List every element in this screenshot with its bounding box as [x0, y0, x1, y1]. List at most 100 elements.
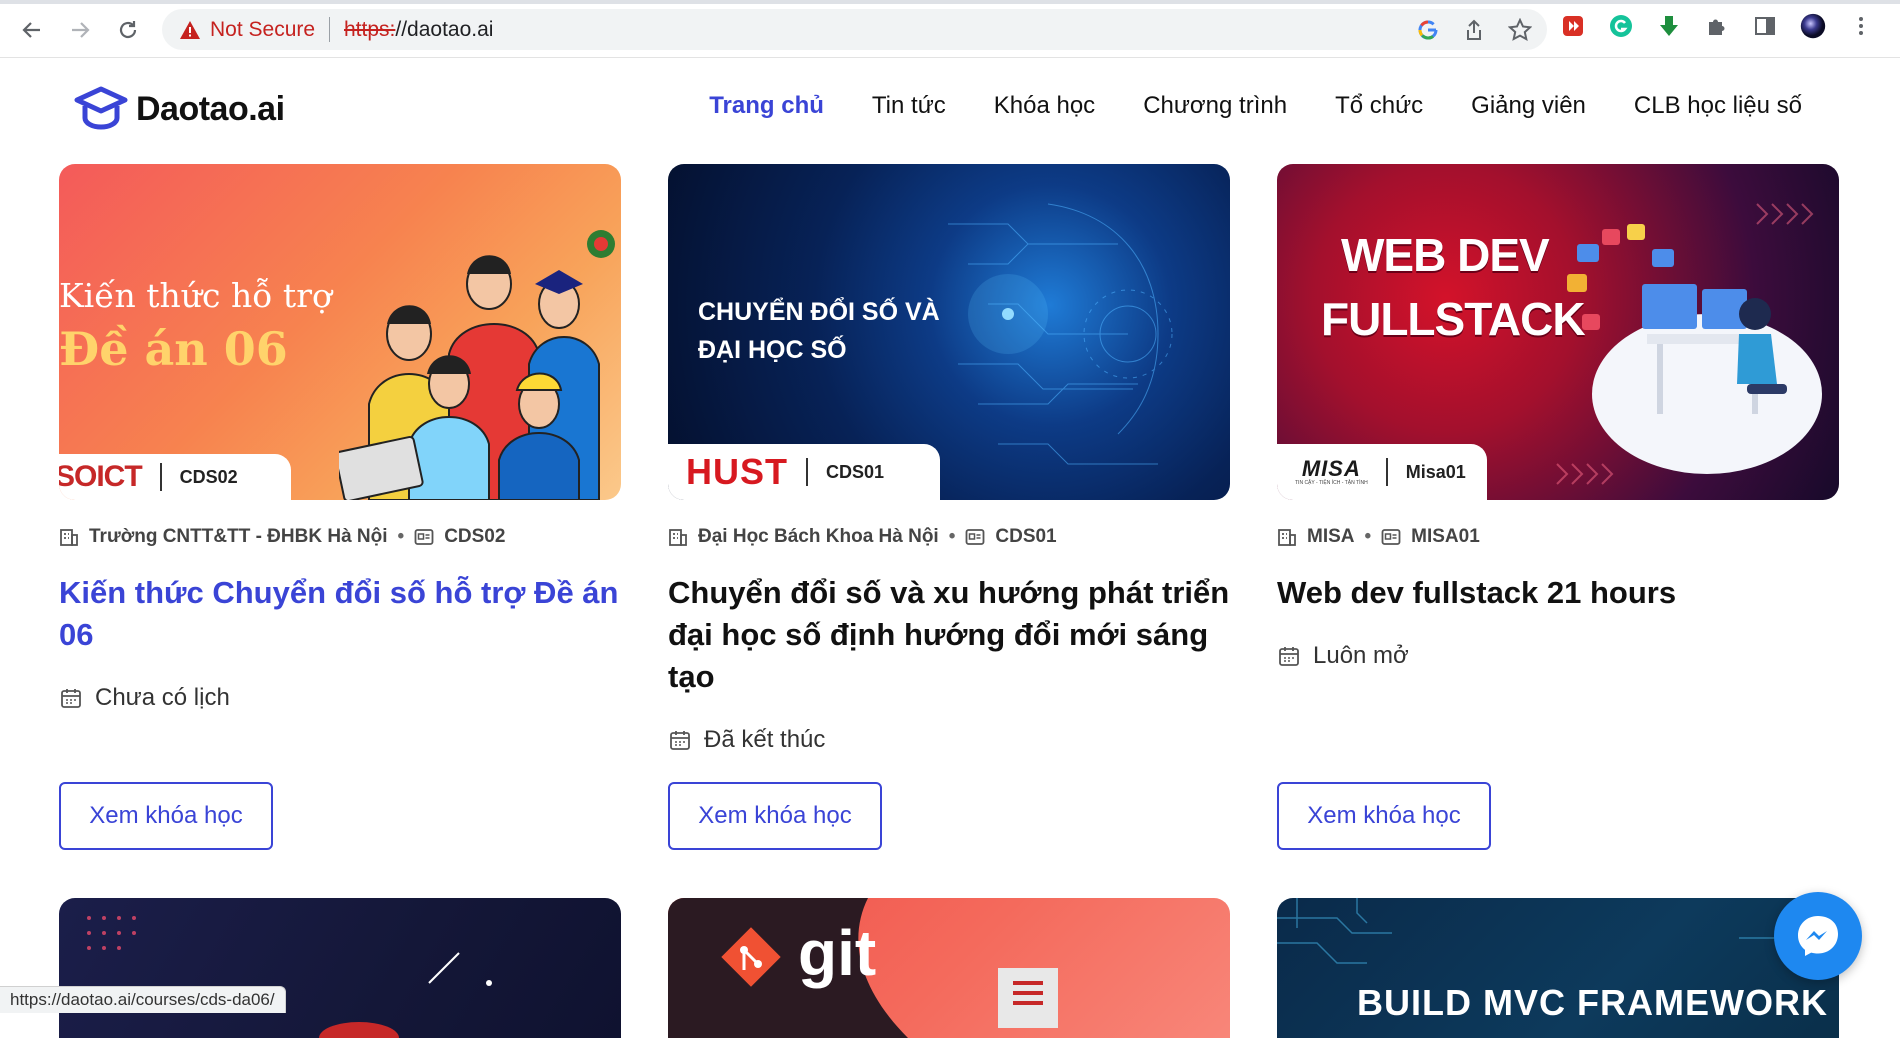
course-code: CDS02 [444, 526, 506, 547]
people-illustration [339, 230, 615, 500]
meta-separator: • [1364, 526, 1372, 547]
course-thumbnail[interactable]: git [668, 898, 1230, 1038]
course-badge: SOICT CDS02 [59, 454, 291, 500]
browser-menu-icon[interactable] [1848, 13, 1874, 39]
main-navigation: Trang chủ Tin tức Khóa học Chương trình … [709, 92, 1802, 120]
course-meta: Trường CNTT&TT - ĐHBK Hà Nội • CDS02 [59, 526, 621, 548]
course-thumbnail[interactable]: CHUYỂN ĐỔI SỐ VÀ ĐẠI HỌC SỐ HUST CDS01 [668, 164, 1230, 500]
browser-toolbar: Not Secure https://daotao.ai [0, 0, 1900, 58]
course-meta: MISA • MISA01 [1277, 526, 1839, 548]
nav-programs[interactable]: Chương trình [1143, 92, 1287, 120]
status-bar-link-preview: https://daotao.ai/courses/cds-da06/ [0, 986, 286, 1013]
badge-code: Misa01 [1405, 461, 1466, 482]
course-title[interactable]: Web dev fullstack 21 hours [1277, 572, 1839, 614]
thumbnail-text-line1: WEB DEV [1341, 229, 1550, 281]
back-button[interactable] [16, 14, 48, 46]
id-card-icon [965, 529, 985, 545]
address-bar[interactable]: Not Secure https://daotao.ai [162, 9, 1547, 50]
course-thumbnail[interactable] [59, 898, 621, 1038]
graduation-cap-logo-icon [74, 86, 128, 130]
course-card: CHUYỂN ĐỔI SỐ VÀ ĐẠI HỌC SỐ HUST CDS01 Đ… [668, 164, 1230, 754]
reload-button[interactable] [112, 14, 144, 46]
nav-courses[interactable]: Khóa học [994, 92, 1095, 120]
nav-organizations[interactable]: Tổ chức [1335, 92, 1423, 120]
grammarly-icon[interactable] [1608, 13, 1634, 39]
back-arrow-icon [22, 22, 40, 38]
git-graphic [668, 898, 1058, 1038]
view-course-button[interactable]: Xem khóa học [1277, 782, 1491, 850]
tab-strip-edge [0, 0, 1900, 4]
nav-digital-materials-club[interactable]: CLB học liệu số [1634, 92, 1802, 120]
course-thumbnail[interactable]: Kiến thức hỗ trợ Đề án 06 SOICT CDS02 [59, 164, 621, 500]
not-secure-label[interactable]: Not Secure [210, 18, 315, 42]
badge-code: CDS02 [179, 466, 238, 487]
badge-divider [1385, 458, 1388, 486]
space-graphic [87, 916, 492, 1038]
url-text[interactable]: https://daotao.ai [344, 18, 493, 42]
building-icon [669, 529, 687, 546]
course-schedule-status: Chưa có lịch [59, 684, 621, 712]
messenger-chat-button[interactable] [1774, 892, 1862, 980]
thumbnail-text-line2: FULLSTACK [1321, 293, 1586, 345]
badge-divider [806, 458, 808, 486]
building-icon [60, 529, 78, 546]
status-text: Đã kết thúc [704, 726, 826, 753]
nav-news[interactable]: Tin tức [872, 92, 946, 120]
course-thumbnail[interactable]: BUILD MVC FRAMEWORK [1277, 898, 1839, 1038]
forward-arrow-icon [72, 22, 90, 38]
badge-logo-text: MISA [1301, 456, 1361, 481]
calendar-icon [61, 689, 81, 708]
url-scheme: https: [344, 18, 396, 41]
warning-icon [180, 21, 200, 39]
status-text: Chưa có lịch [95, 684, 230, 711]
status-text: Luôn mở [1313, 642, 1409, 669]
nav-home[interactable]: Trang chủ [709, 92, 824, 120]
nav-instructors[interactable]: Giảng viên [1471, 92, 1586, 120]
view-course-button[interactable]: Xem khóa học [59, 782, 273, 850]
building-icon [1278, 529, 1296, 546]
omnibox-divider [329, 17, 330, 42]
mvc-banner-text: BUILD MVC FRAMEWORK [1357, 982, 1828, 1023]
id-card-icon [414, 529, 434, 545]
thumbnail-text-line2: Đề án 06 [59, 322, 288, 376]
calendar-icon [670, 731, 690, 750]
course-card: WEB DEV FULLSTACK MISA TIN CẬY - TIỆN ÍC… [1277, 164, 1839, 670]
site-header: Daotao.ai Trang chủ Tin tức Khóa học Chư… [0, 58, 1900, 162]
google-lens-icon[interactable] [1415, 17, 1441, 43]
course-meta: Đại Học Bách Khoa Hà Nội • CDS01 [668, 526, 1230, 548]
course-organization[interactable]: MISA [1307, 526, 1355, 548]
calendar-icon [1279, 647, 1299, 666]
meta-separator: • [948, 526, 956, 547]
side-panel-icon[interactable] [1752, 13, 1778, 39]
thumbnail-text-line2: ĐẠI HỌC SỐ [698, 336, 847, 364]
url-host: //daotao.ai [395, 18, 494, 41]
forward-button[interactable] [64, 14, 96, 46]
extensions-puzzle-icon[interactable] [1704, 13, 1730, 39]
course-title[interactable]: Kiến thức Chuyển đổi số hỗ trợ Đề án 06 [59, 572, 621, 656]
course-organization[interactable]: Đại Học Bách Khoa Hà Nội [698, 526, 939, 548]
profile-avatar[interactable] [1800, 13, 1826, 39]
messenger-icon [1798, 916, 1838, 956]
course-title[interactable]: Chuyển đổi số và xu hướng phát triển đại… [668, 572, 1230, 698]
course-badge: MISA TIN CẬY - TIỆN ÍCH - TẬN TÌNH Misa0… [1277, 444, 1487, 500]
course-card: Kiến thức hỗ trợ Đề án 06 SOICT CDS02 Tr… [59, 164, 621, 712]
reload-icon [119, 21, 137, 39]
course-organization[interactable]: Trường CNTT&TT - ĐHBK Hà Nội [89, 526, 388, 548]
thumbnail-text-line1: CHUYỂN ĐỔI SỐ VÀ [698, 298, 940, 326]
site-logo[interactable]: Daotao.ai [74, 86, 285, 132]
git-logo-text: git [798, 917, 877, 989]
badge-divider [159, 463, 162, 491]
badge-logo-tagline: TIN CẬY - TIỆN ÍCH - TẬN TÌNH [1295, 480, 1368, 486]
course-badge: HUST CDS01 [668, 444, 940, 500]
view-course-button[interactable]: Xem khóa học [668, 782, 882, 850]
media-extension-icon[interactable] [1560, 13, 1586, 39]
bookmark-star-icon[interactable] [1507, 17, 1533, 43]
badge-logo-text: HUST [686, 451, 788, 492]
course-schedule-status: Đã kết thúc [668, 726, 1230, 754]
course-schedule-status: Luôn mở [1277, 642, 1839, 670]
share-icon[interactable] [1461, 17, 1487, 43]
download-extension-icon[interactable] [1656, 13, 1682, 39]
course-thumbnail[interactable]: WEB DEV FULLSTACK MISA TIN CẬY - TIỆN ÍC… [1277, 164, 1839, 500]
logo-text: Daotao.ai [136, 89, 285, 128]
badge-logo: MISA TIN CẬY - TIỆN ÍCH - TẬN TÌNH [1295, 456, 1368, 487]
